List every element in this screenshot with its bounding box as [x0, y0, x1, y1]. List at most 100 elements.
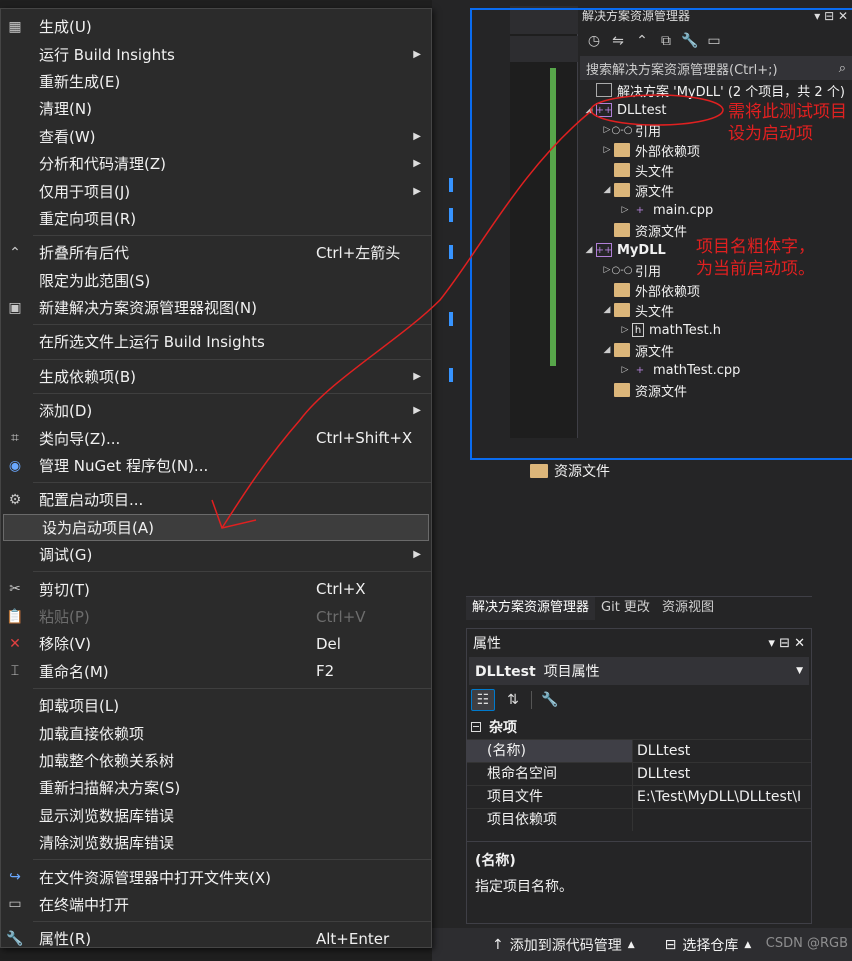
properties-title: 属性 [473, 636, 501, 652]
history-icon[interactable]: ◷ [584, 33, 604, 49]
scroll-marker [449, 368, 453, 382]
menu-item[interactable]: ⌃ 折叠所有后代 Ctrl+左箭头 [1, 239, 431, 266]
menu-item[interactable]: 加载整个依赖关系树 [1, 747, 431, 774]
submenu-arrow-icon: ▶ [413, 48, 421, 60]
expand-arrow-icon[interactable]: ◢ [600, 185, 614, 195]
menu-item[interactable]: 重新生成(E) [1, 68, 431, 95]
expand-arrow-icon[interactable]: ▷ [618, 325, 632, 335]
menu-item[interactable]: 重新扫描解决方案(S) [1, 774, 431, 801]
expand-arrow-icon[interactable]: ▷ [618, 205, 632, 215]
menu-item[interactable]: 仅用于项目(J) ▶ [1, 177, 431, 204]
menu-item-label: 移除(V) [39, 635, 91, 654]
menu-item-shortcut: Ctrl+X [316, 580, 366, 599]
menu-item[interactable]: ◉ 管理 NuGet 程序包(N)... [1, 452, 431, 479]
tree-item[interactable]: ◢ 源文件 [580, 340, 852, 360]
menu-item-shortcut: Ctrl+Shift+X [316, 429, 413, 448]
tree-item[interactable]: ◢ 源文件 [580, 180, 852, 200]
tree-item[interactable]: ▷ + main.cpp [580, 200, 852, 220]
object-name: DLLtest [475, 664, 536, 680]
menu-item[interactable]: 运行 Build Insights ▶ [1, 40, 431, 67]
menu-item[interactable]: ▦ 生成(U) [1, 13, 431, 40]
cpp-icon: + [635, 364, 645, 376]
property-row[interactable]: (名称) DLLtest [467, 739, 811, 762]
preview-icon[interactable]: ▭ [704, 33, 724, 49]
collapse-box-icon[interactable] [471, 722, 481, 732]
add-to-source-control-button[interactable]: ↑ 添加到源代码管理 ▲ [492, 935, 635, 955]
menu-item-label: 生成依赖项(B) [39, 367, 136, 386]
menu-item[interactable]: ⚙ 配置启动项目... [1, 486, 431, 513]
window-controls[interactable]: ▾ ⊟ ✕ [814, 6, 852, 26]
expand-arrow-icon[interactable]: ▷ [618, 365, 632, 375]
sync-icon[interactable]: ⇋ [608, 33, 628, 49]
expand-arrow-icon[interactable]: ▷ [600, 145, 614, 155]
menu-separator [33, 324, 431, 326]
properties-toolbar: ☷ ⇅ 🔧 [467, 685, 811, 715]
select-repository-button[interactable]: ⊟ 选择仓库 ▲ [665, 935, 752, 955]
menu-item[interactable]: ▭ 在终端中打开 [1, 891, 431, 918]
property-row[interactable]: 根命名空间 DLLtest [467, 762, 811, 785]
menu-item-label: 属性(R) [39, 930, 92, 949]
menu-item[interactable]: 显示浏览数据库错误 [1, 802, 431, 829]
expand-arrow-icon[interactable]: ◢ [600, 345, 614, 355]
menu-item[interactable]: 限定为此范围(S) [1, 267, 431, 294]
menu-item[interactable]: 在所选文件上运行 Build Insights [1, 328, 431, 355]
expand-arrow-icon[interactable]: ◢ [600, 305, 614, 315]
menu-item[interactable]: 添加(D) ▶ [1, 397, 431, 424]
menu-item[interactable]: ⌶ 重命名(M) F2 [1, 658, 431, 685]
menu-item[interactable]: ⌗ 类向导(Z)... Ctrl+Shift+X [1, 424, 431, 451]
tab-git-changes[interactable]: Git 更改 [595, 597, 656, 620]
tree-item[interactable]: 头文件 [580, 160, 852, 180]
wrench-icon[interactable]: 🔧 [538, 689, 562, 711]
solution-explorer: 解决方案资源管理器 ▾ ⊟ ✕ ◷ ⇋ ⌃ ⧉ 🔧 ▭ 搜索解决方案资源管理器(… [580, 6, 852, 438]
object-type: 项目属性 [543, 664, 600, 680]
menu-item[interactable]: 查看(W) ▶ [1, 123, 431, 150]
tree-item[interactable]: 资源文件 [580, 380, 852, 400]
property-category[interactable]: 杂项 [467, 715, 811, 739]
menu-item[interactable]: 调试(G) ▶ [1, 541, 431, 568]
tab-solution-explorer[interactable]: 解决方案资源管理器 [466, 597, 596, 620]
menu-item[interactable]: ✕ 移除(V) Del [1, 630, 431, 657]
menu-item[interactable]: ↪ 在文件资源管理器中打开文件夹(X) [1, 863, 431, 890]
menu-item[interactable]: 加载直接依赖项 [1, 719, 431, 746]
tab-resource-view[interactable]: 资源视图 [656, 597, 720, 620]
tree-item[interactable]: 解决方案 'MyDLL' (2 个项目，共 2 个) [580, 80, 852, 100]
properties-object-selector[interactable]: DLLtest 项目属性 ▼ [469, 657, 809, 685]
menu-item-label: 查看(W) [39, 127, 96, 146]
menu-item[interactable]: ✂ 剪切(T) Ctrl+X [1, 575, 431, 602]
folder-icon [614, 163, 630, 177]
properties-window-controls[interactable]: ▾ ⊟ ✕ [768, 636, 805, 651]
menu-item[interactable]: 🔧 属性(R) Alt+Enter [1, 925, 431, 952]
property-row[interactable]: 项目文件 E:\Test\MyDLL\DLLtest\I [467, 785, 811, 808]
expand-arrow-icon[interactable]: ◢ [582, 105, 596, 115]
solution-search-box[interactable]: 搜索解决方案资源管理器(Ctrl+;) ⌕ [580, 56, 852, 80]
property-row[interactable]: 项目依赖项 [467, 808, 811, 831]
menu-item[interactable]: 分析和代码清理(Z) ▶ [1, 150, 431, 177]
menu-item[interactable]: 卸载项目(L) [1, 692, 431, 719]
collapse-all-icon[interactable]: ⌃ [632, 33, 652, 49]
alphabetical-icon[interactable]: ⇅ [501, 689, 525, 711]
menu-separator [33, 235, 431, 237]
menu-item[interactable]: 重定向项目(R) [1, 205, 431, 232]
tree-item[interactable]: ▷ + mathTest.cpp [580, 360, 852, 380]
menu-item[interactable]: 📋 粘贴(P) Ctrl+V [1, 603, 431, 630]
categorized-icon[interactable]: ☷ [471, 689, 495, 711]
menu-item[interactable]: 生成依赖项(B) ▶ [1, 363, 431, 390]
wrench-icon[interactable]: 🔧 [680, 33, 700, 49]
explorer-tabs: 解决方案资源管理器 Git 更改 资源视图 [466, 596, 812, 620]
menu-item[interactable]: ▣ 新建解决方案资源管理器视图(N) [1, 294, 431, 321]
tree-item[interactable]: 外部依赖项 [580, 280, 852, 300]
expand-arrow-icon[interactable]: ◢ [582, 245, 596, 255]
menu-item[interactable]: 设为启动项目(A) [3, 513, 429, 542]
tree-item-resource-files-behind[interactable]: 资源文件 [530, 460, 610, 482]
wrench-icon: 🔧 [6, 930, 24, 947]
menu-item[interactable]: 清理(N) [1, 95, 431, 122]
tree-item[interactable]: ◢ 头文件 [580, 300, 852, 320]
remove-icon: ✕ [9, 635, 21, 652]
header-icon: h [632, 323, 644, 337]
menu-item-label: 限定为此范围(S) [39, 271, 151, 290]
menu-item-label: 粘贴(P) [39, 608, 90, 626]
solution-explorer-title-bar: 解决方案资源管理器 ▾ ⊟ ✕ [580, 6, 852, 26]
menu-item[interactable]: 清除浏览数据库错误 [1, 829, 431, 856]
tree-item[interactable]: ▷ h mathTest.h [580, 320, 852, 340]
show-all-files-icon[interactable]: ⧉ [656, 33, 676, 49]
